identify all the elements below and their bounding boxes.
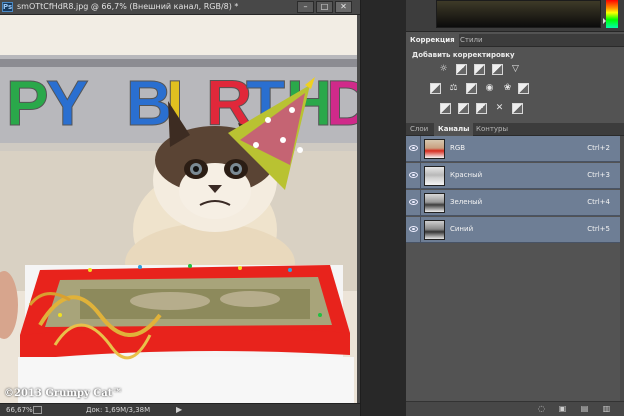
visibility-toggle[interactable] <box>406 163 421 189</box>
load-selection-icon[interactable]: ◌ <box>537 405 546 413</box>
black-white-icon[interactable] <box>466 83 477 94</box>
channel-row-blue[interactable]: Синий Ctrl+5 <box>406 217 620 243</box>
maximize-button[interactable]: □ <box>316 1 333 13</box>
save-selection-icon[interactable]: ▣ <box>558 405 567 413</box>
channel-name: Зеленый <box>450 198 483 206</box>
color-lookup-icon[interactable] <box>518 83 529 94</box>
eye-icon[interactable] <box>409 172 418 178</box>
document-title: smOTtCfHdR8.jpg @ 66,7% (Внешний канал, … <box>17 2 239 11</box>
tab-styles[interactable]: Стили <box>456 34 487 47</box>
panel-scrollbar[interactable] <box>620 136 624 401</box>
minimize-button[interactable]: – <box>297 1 314 13</box>
invert-icon[interactable] <box>440 103 451 114</box>
color-balance-icon[interactable]: ⚖ <box>448 83 459 94</box>
hue-saturation-icon[interactable] <box>430 83 441 94</box>
banner-letter: D <box>326 67 357 139</box>
channel-thumbnail <box>424 220 445 240</box>
adjustments-tabbar: Коррекция Стили <box>406 34 624 47</box>
channel-row-green[interactable]: Зеленый Ctrl+4 <box>406 190 620 216</box>
photo-filter-icon[interactable]: ◉ <box>484 83 495 94</box>
brightness-contrast-icon[interactable]: ☼ <box>438 64 449 75</box>
document-window: Ps smOTtCfHdR8.jpg @ 66,7% (Внешний кана… <box>0 0 360 416</box>
color-picker-panel <box>406 0 624 32</box>
zoom-level[interactable]: 66,67% <box>6 406 33 414</box>
gradient-map-icon[interactable] <box>512 103 523 114</box>
channel-name: Синий <box>450 225 474 233</box>
channels-bottom-toolbar: ◌ ▣ ▤ ▥ <box>406 401 624 416</box>
channel-thumbnail <box>424 166 445 186</box>
close-button[interactable]: ✕ <box>335 1 352 13</box>
new-channel-icon[interactable]: ▤ <box>580 405 589 413</box>
channel-mixer-icon[interactable]: ❀ <box>502 83 513 94</box>
delete-channel-icon[interactable]: ▥ <box>602 405 611 413</box>
image-canvas[interactable]: PYBIRTHD ©2013 Grumpy Cat™ <box>0 15 357 403</box>
channel-thumbnail <box>424 193 445 213</box>
photoshop-app-icon: Ps <box>2 2 13 12</box>
tab-adjustments[interactable]: Коррекция <box>406 34 459 47</box>
visibility-toggle[interactable] <box>406 136 421 162</box>
vibrance-icon[interactable]: ▽ <box>510 64 521 75</box>
banner-letter: Y <box>46 67 89 139</box>
selective-color-icon[interactable]: ✕ <box>494 103 505 114</box>
eye-icon[interactable] <box>409 145 418 151</box>
tab-paths[interactable]: Контуры <box>472 123 512 136</box>
channel-shortcut: Ctrl+3 <box>587 171 610 179</box>
document-title-bar[interactable]: Ps smOTtCfHdR8.jpg @ 66,7% (Внешний кана… <box>0 0 360 15</box>
tab-layers[interactable]: Слои <box>406 123 432 136</box>
visibility-toggle[interactable] <box>406 190 421 216</box>
levels-icon[interactable] <box>456 64 467 75</box>
tab-channels[interactable]: Каналы <box>434 123 474 136</box>
channel-row-rgb[interactable]: RGB Ctrl+2 <box>406 136 620 162</box>
hue-slider[interactable] <box>606 0 618 28</box>
layers-tabbar: Слои Каналы Контуры <box>406 123 624 136</box>
workspace-gap <box>360 0 406 416</box>
channel-shortcut: Ctrl+4 <box>587 198 610 206</box>
curves-icon[interactable] <box>474 64 485 75</box>
banner-letter: P <box>6 67 49 139</box>
status-bar: 66,67% Док: 1,69M/3,38M ▶ <box>0 403 360 416</box>
document-size-info: Док: 1,69M/3,38M <box>86 406 151 414</box>
hue-slider-marker-icon[interactable] <box>603 18 606 24</box>
channel-row-red[interactable]: Красный Ctrl+3 <box>406 163 620 189</box>
zoom-preview-icon <box>33 406 42 414</box>
exposure-icon[interactable] <box>492 64 503 75</box>
image-watermark: ©2013 Grumpy Cat™ <box>4 388 123 399</box>
eye-icon[interactable] <box>409 199 418 205</box>
color-field[interactable] <box>436 0 601 28</box>
channels-list: RGB Ctrl+2 Красный Ctrl+3 Зеленый Ctrl+4… <box>406 136 620 244</box>
status-menu-arrow-icon[interactable]: ▶ <box>176 405 182 414</box>
eye-icon[interactable] <box>409 226 418 232</box>
posterize-icon[interactable] <box>458 103 469 114</box>
channel-name: Красный <box>450 171 483 179</box>
add-adjustment-heading: Добавить корректировку <box>412 51 515 59</box>
threshold-icon[interactable] <box>476 103 487 114</box>
channel-name: RGB <box>450 144 466 152</box>
channel-shortcut: Ctrl+2 <box>587 144 610 152</box>
grumpy-cat-photo: PY BI RT HD <box>0 15 357 403</box>
channel-thumbnail <box>424 139 445 159</box>
photoshop-workspace: Ps smOTtCfHdR8.jpg @ 66,7% (Внешний кана… <box>0 0 624 416</box>
channel-shortcut: Ctrl+5 <box>587 225 610 233</box>
visibility-toggle[interactable] <box>406 217 421 243</box>
